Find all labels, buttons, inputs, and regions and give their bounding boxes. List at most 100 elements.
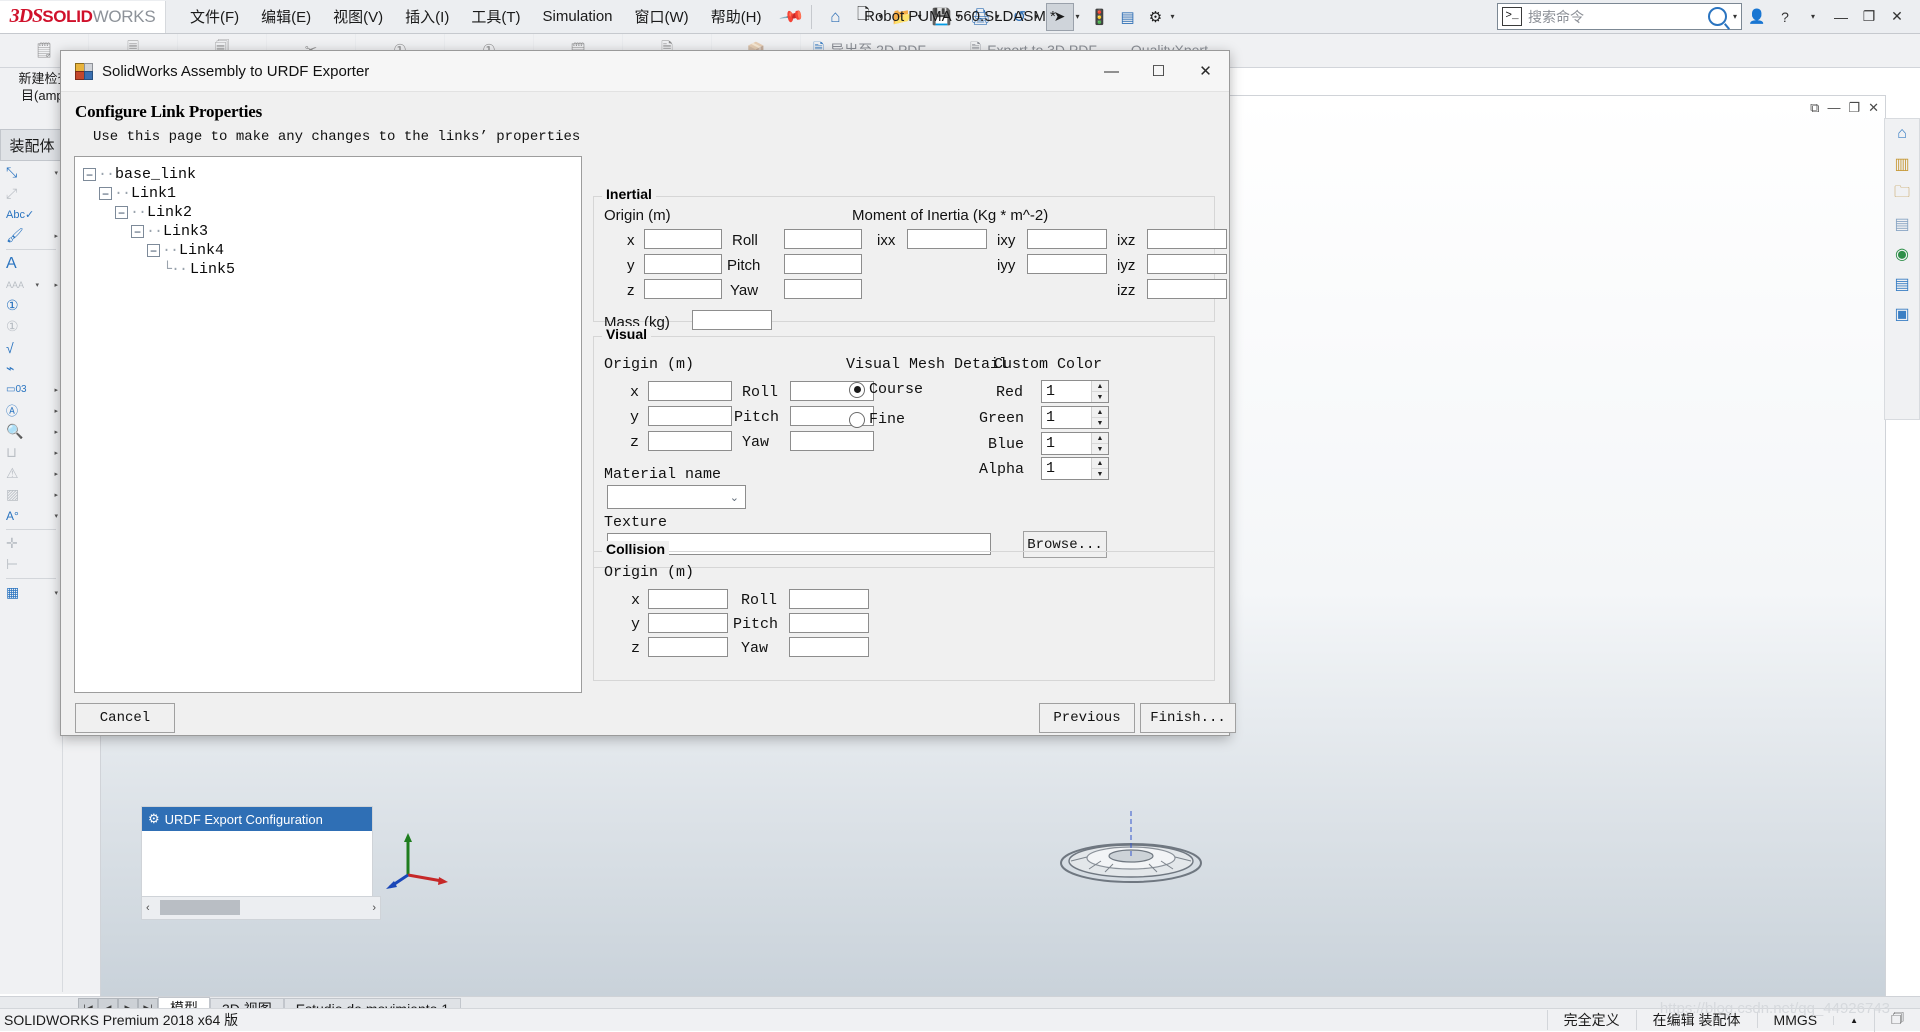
solidworks-logo[interactable]: 3DS SOLID WORKS [0, 0, 166, 33]
account-icon[interactable]: 👤 [1744, 4, 1770, 30]
menu-view[interactable]: 视图(V) [331, 4, 385, 29]
help-caret-icon[interactable]: ▾ [1800, 4, 1826, 30]
menu-simulation[interactable]: Simulation [540, 6, 614, 27]
tool-balloon[interactable]: ① [0, 295, 62, 316]
dialog-minimize-button[interactable]: — [1088, 51, 1135, 91]
tool-spell-check[interactable]: Abc✓ [0, 204, 62, 225]
custom-props-icon[interactable]: ▤ [1885, 269, 1919, 299]
close-button[interactable]: ✕ [1884, 4, 1910, 30]
dialog-maximize-button[interactable]: ☐ [1135, 51, 1182, 91]
moi-iyy-input[interactable] [1027, 254, 1107, 274]
search-caret-icon[interactable]: ▾ [1733, 12, 1737, 21]
link-tree-item-Link5[interactable]: └·· Link5 [83, 260, 581, 279]
tool-tables[interactable]: ▦ ▾ [0, 582, 62, 603]
home-icon[interactable]: ⌂ [822, 4, 848, 30]
link-tree[interactable]: − ·· base_link − ·· Link1 − ·· Link2 − ·· Li… [74, 156, 582, 693]
tab-assembly[interactable]: 装配体 [0, 129, 64, 161]
tool-area-hatch[interactable]: ▨ ▸ [0, 484, 62, 505]
search-input[interactable]: >_ 搜索命令 ▾ [1497, 3, 1742, 30]
color-red-stepper[interactable]: 1 ▲ ▼ [1041, 380, 1109, 403]
spinner-up-icon[interactable]: ▲ [1092, 407, 1108, 418]
print-icon[interactable]: 🖨 [967, 4, 993, 30]
scroll-left-arrow[interactable]: ‹ [146, 902, 150, 914]
color-blue-stepper[interactable]: 1 ▲ ▼ [1041, 432, 1109, 455]
collision-pitch-input[interactable] [789, 613, 869, 633]
tool-magnetic-line[interactable]: A° ▾ [0, 505, 62, 526]
moi-izz-input[interactable] [1147, 279, 1227, 299]
inertial-origin-x-input[interactable] [644, 229, 722, 249]
tool-revision-cloud[interactable]: ⚠ ▸ [0, 463, 62, 484]
feature-tree-selected-row[interactable]: ⚙ URDF Export Configuration [142, 807, 372, 831]
spinner-up-icon[interactable]: ▲ [1092, 458, 1108, 469]
dialog-close-button[interactable]: ✕ [1182, 51, 1229, 91]
collision-origin-y-input[interactable] [648, 613, 728, 633]
tool-revision-symbol[interactable]: 🔍 ▸ [0, 421, 62, 442]
tree-expander-minus-icon[interactable]: − [115, 206, 128, 219]
save-caret-icon[interactable]: ▾ [956, 12, 960, 21]
inertial-origin-y-input[interactable] [644, 254, 722, 274]
annotation-toolbar[interactable]: ⤡ ▾ ⤢ Abc✓ 🖌 ▸ A AAA ▾ ▸ ① ① √ ⌁ ▭03 ▸ Ⓐ ▸ 🔍 ▸ … [0, 162, 63, 992]
options-list-icon[interactable]: ▤ [1115, 4, 1141, 30]
search-icon[interactable] [1707, 7, 1727, 26]
tool-center-mark[interactable]: ✛ [0, 533, 62, 554]
new-document-caret-icon[interactable]: ▾ [878, 12, 882, 21]
tool-format-painter[interactable]: 🖌 ▸ [0, 225, 62, 246]
material-name-select[interactable]: ⌄ [607, 485, 746, 509]
visual-origin-x-input[interactable] [648, 381, 732, 401]
link-tree-item-Link4[interactable]: − ·· Link4 [83, 241, 581, 260]
link-tree-item-Link3[interactable]: − ·· Link3 [83, 222, 581, 241]
tool-datum-feature[interactable]: Ⓐ ▸ [0, 400, 62, 421]
menu-file[interactable]: 文件(F) [188, 4, 241, 29]
display-states-icon[interactable]: ◉ [1885, 239, 1919, 269]
tool-weld-symbol[interactable]: ⌁ [0, 358, 62, 379]
tool-blocks[interactable]: ⊔ ▸ [0, 442, 62, 463]
visual-origin-y-input[interactable] [648, 406, 732, 426]
tool-note[interactable]: A [0, 253, 62, 274]
spinner-down-icon[interactable]: ▼ [1092, 469, 1108, 479]
tree-expander-minus-icon[interactable]: − [147, 244, 160, 257]
link-tree-item-Link2[interactable]: − ·· Link2 [83, 203, 581, 222]
collision-roll-input[interactable] [789, 589, 869, 609]
gfx-close-icon[interactable]: ✕ [1868, 100, 1879, 116]
tree-expander-minus-icon[interactable]: − [99, 187, 112, 200]
radio-course-icon[interactable] [849, 381, 865, 398]
feature-tree-pane[interactable]: ⚙ URDF Export Configuration [141, 806, 373, 898]
gear-caret-icon[interactable]: ▾ [1171, 12, 1175, 21]
menu-insert[interactable]: 插入(I) [403, 4, 451, 29]
tool-hole-callout[interactable]: ▭03 ▸ [0, 379, 62, 400]
tool-model-items[interactable]: ⤢ [0, 183, 62, 204]
new-document-icon[interactable]: 🗋 [850, 4, 876, 30]
previous-button[interactable]: Previous [1039, 703, 1135, 733]
restore-button[interactable]: ❐ [1856, 4, 1882, 30]
menu-bar[interactable]: 文件(F) 编辑(E) 视图(V) 插入(I) 工具(T) Simulation… [188, 4, 764, 29]
inertial-pitch-input[interactable] [784, 254, 862, 274]
link-tree-item-Link1[interactable]: − ·· Link1 [83, 184, 581, 203]
undo-icon[interactable]: ↺ [1007, 4, 1033, 30]
view-palette-icon[interactable]: ▣ [1885, 299, 1919, 329]
moi-ixx-input[interactable] [907, 229, 987, 249]
cancel-button[interactable]: Cancel [75, 703, 175, 733]
inertial-origin-z-input[interactable] [644, 279, 722, 299]
moi-ixy-input[interactable] [1027, 229, 1107, 249]
home-icon[interactable]: ⌂ [1885, 119, 1919, 149]
open-document-icon[interactable]: 📂 [889, 4, 915, 30]
standard-toolbar[interactable]: ⌂ 🗋 ▾ 📂 ▾ 💾 ▾ 🖨 ▾ ↺ ▾ ➤ ▾ 🚦 ▤ ⚙ ▾ [822, 2, 1179, 31]
visual-origin-z-input[interactable] [648, 431, 732, 451]
finish-button[interactable]: Finish... [1140, 703, 1236, 733]
spinner-up-icon[interactable]: ▲ [1092, 381, 1108, 392]
tree-expander-minus-icon[interactable]: − [83, 168, 96, 181]
spinner-down-icon[interactable]: ▼ [1092, 444, 1108, 454]
help-icon[interactable]: ? [1772, 4, 1798, 30]
tool-centerline[interactable]: ⊢ [0, 554, 62, 575]
undo-caret-icon[interactable]: ▾ [1035, 12, 1039, 21]
urdf-exporter-dialog[interactable]: SolidWorks Assembly to URDF Exporter — ☐… [60, 50, 1236, 736]
open-caret-icon[interactable]: ▾ [917, 12, 921, 21]
spinner-down-icon[interactable]: ▼ [1092, 418, 1108, 428]
inertial-roll-input[interactable] [784, 229, 862, 249]
moi-iyz-input[interactable] [1147, 254, 1227, 274]
color-green-stepper[interactable]: 1 ▲ ▼ [1041, 406, 1109, 429]
appearances-icon[interactable]: ▥ [1885, 149, 1919, 179]
mass-input[interactable] [692, 310, 772, 330]
tool-surface-finish[interactable]: √ [0, 337, 62, 358]
collision-yaw-input[interactable] [789, 637, 869, 657]
